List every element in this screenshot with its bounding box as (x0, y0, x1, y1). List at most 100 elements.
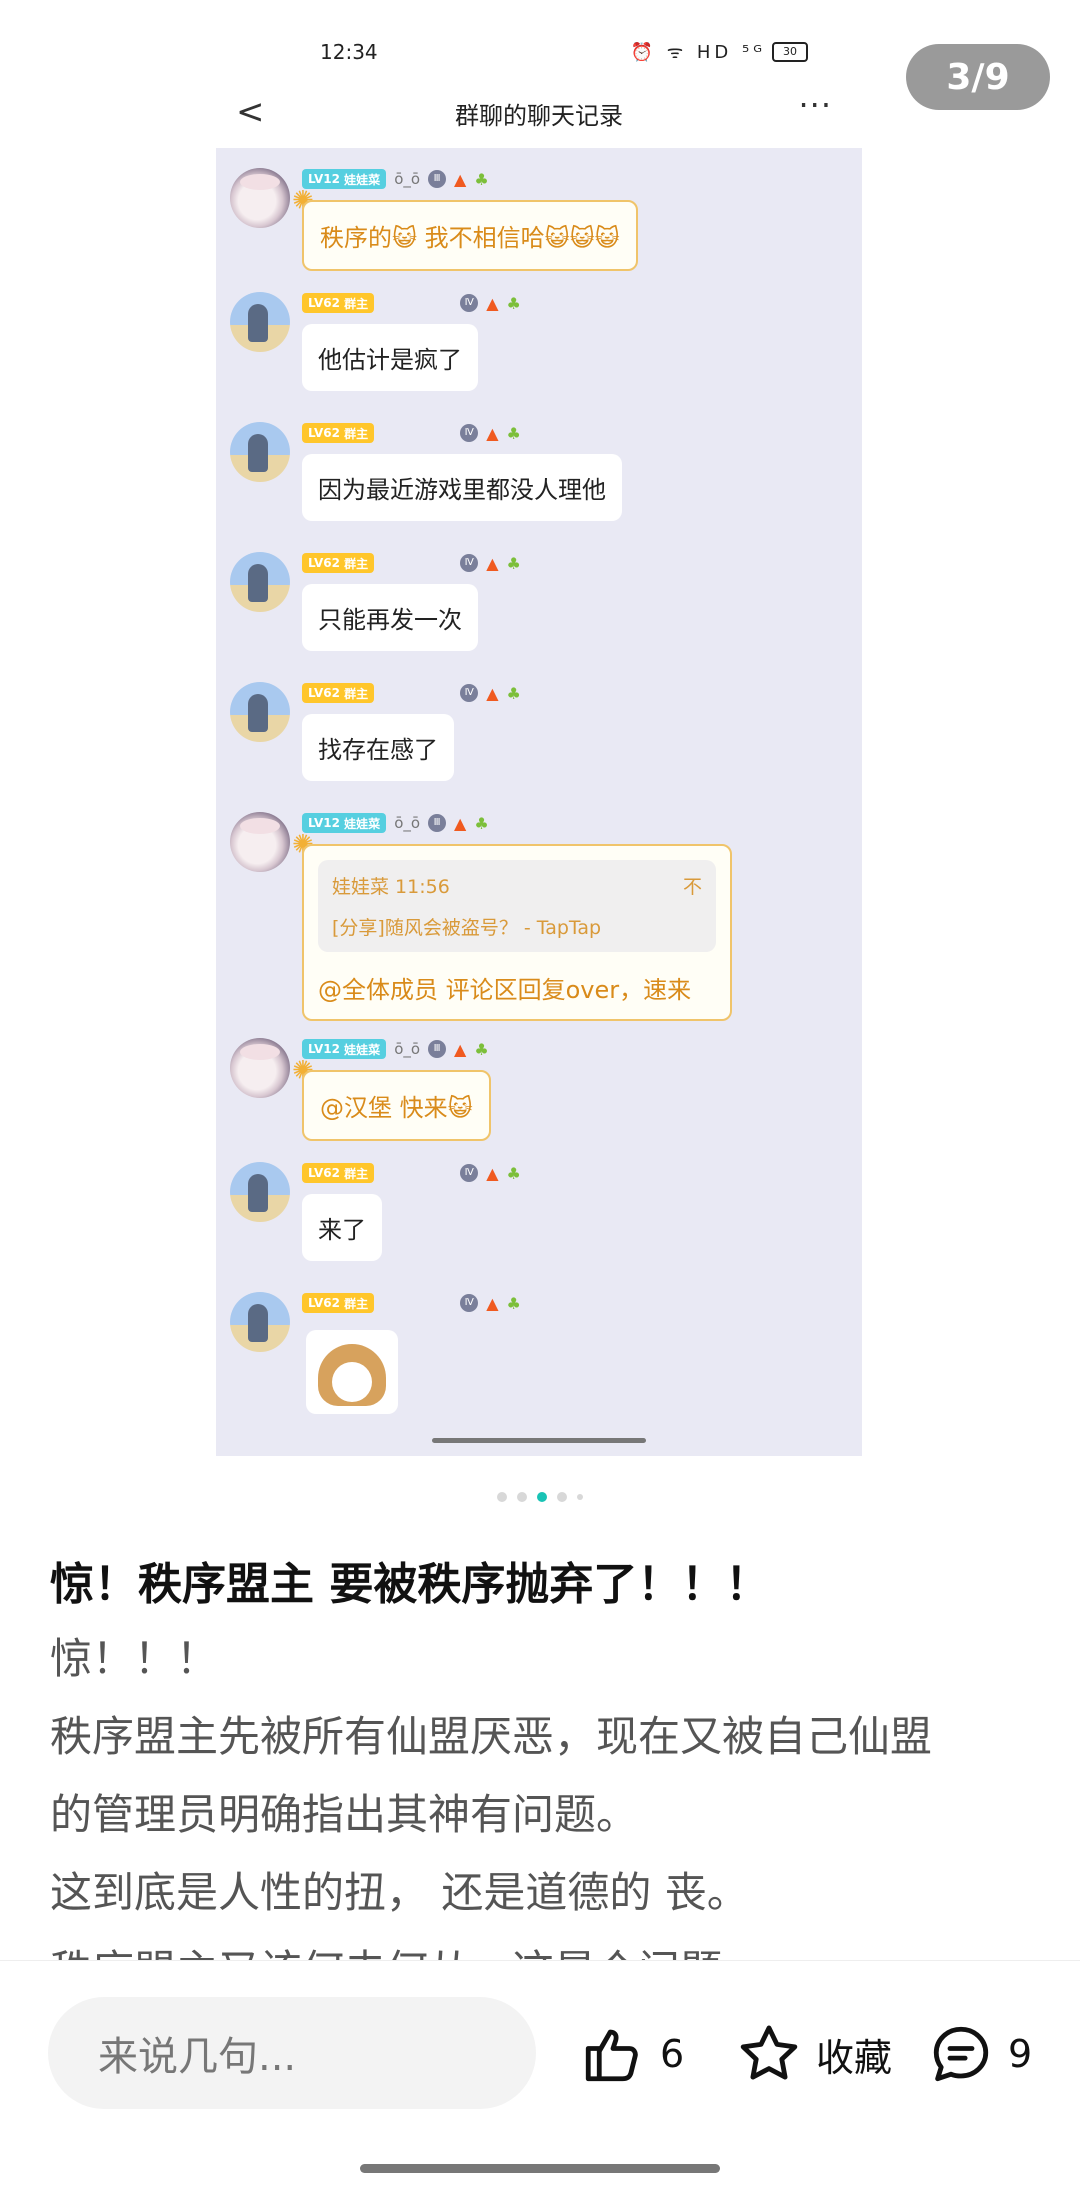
pager-dot (577, 1494, 583, 1500)
sender-meta: LV62 群主 Ⅳ ▲ ♣ (302, 292, 521, 314)
medal-icon: Ⅳ (460, 424, 479, 442)
home-indicator[interactable] (360, 2164, 720, 2173)
sender-meta: LV62 群主 Ⅳ ▲ ♣ (302, 1292, 521, 1314)
quote-text: [分享]随风会被盗号？ - TapTap (332, 917, 602, 939)
medal-icon: Ⅳ (460, 294, 479, 312)
comment-input[interactable]: 来说几句... (48, 1997, 536, 2109)
emote-text: ō_ō (394, 1040, 421, 1058)
medal-icon: Ⅲ (428, 814, 447, 832)
message-bubble: 来了 (302, 1194, 382, 1261)
sprout-icon: ♣ (506, 553, 521, 573)
star-icon (740, 2025, 798, 2080)
message-bubble: 秩序的😺 我不相信哈😺😺😺 (302, 200, 638, 271)
level-badge: LV62 群主 (302, 1163, 375, 1183)
fire-icon: ▲ (454, 813, 467, 833)
message-bubble: 因为最近游戏里都没人理他 (302, 454, 622, 521)
inner-nav-bar: < 群聊的聊天记录 ··· (216, 80, 862, 140)
message-bubble: 找存在感了 (302, 714, 454, 781)
sender-meta: LV62 群主 Ⅳ ▲ ♣ (302, 552, 521, 574)
avatar (230, 422, 290, 482)
message-bubble: @汉堡 快来😺 (302, 1070, 491, 1141)
post-line: 惊！！！ (50, 1634, 219, 1683)
sprout-icon: ♣ (506, 1163, 521, 1183)
comment-count: 9 (1008, 2032, 1033, 2076)
medal-icon: Ⅲ (428, 1040, 447, 1058)
avatar (230, 1162, 290, 1222)
fire-icon: ▲ (486, 293, 499, 313)
level-badge: LV12 娃娃菜 (302, 169, 387, 189)
fire-icon: ▲ (454, 169, 467, 189)
post-body: 惊！！！ 秩序盟主先被所有仙盟厌恶，现在又被自己仙盟 的管理员明确指出其神有问题… (50, 1620, 1030, 2010)
post-title: 惊！秩序盟主 要被秩序抛弃了！！！ (50, 1559, 770, 1610)
level-badge: LV12 娃娃菜 (302, 813, 387, 833)
post-line: 的管理员明确指出其神有问题。 (50, 1790, 639, 1839)
pager-dot-active (537, 1492, 547, 1502)
sender-meta: LV12 娃娃菜 ō_ō Ⅲ ▲ ♣ (302, 1038, 489, 1060)
sprout-icon: ♣ (474, 1039, 489, 1059)
fire-icon: ▲ (486, 1293, 499, 1313)
level-badge: LV12 娃娃菜 (302, 1039, 387, 1059)
chat-history: LV12 娃娃菜 ō_ō Ⅲ ▲ ♣ ✺ 秩序的😺 我不相信哈😺😺😺 LV62 … (216, 148, 862, 1456)
avatar (230, 812, 290, 872)
avatar (230, 292, 290, 352)
inner-status-icons: ⏰ ᯤ HD ⁵ᴳ (630, 42, 766, 63)
sender-meta: LV62 群主 Ⅳ ▲ ♣ (302, 682, 521, 704)
quoted-message[interactable]: 娃娃菜 11:56 不 [分享]随风会被盗号？ - TapTap (318, 860, 716, 952)
message-text: @全体成员 评论区回复over，速来 (318, 976, 692, 1004)
message-bubble: 娃娃菜 11:56 不 [分享]随风会被盗号？ - TapTap @全体成员 评… (302, 844, 732, 1021)
thumbs-up-icon (585, 2029, 638, 2082)
quote-collapse-icon: 不 (682, 876, 702, 898)
bottom-action-bar: 来说几句... 6 收藏 9 (0, 1960, 1080, 2188)
sender-meta: LV62 群主 Ⅳ ▲ ♣ (302, 422, 521, 444)
fire-icon: ▲ (486, 1163, 499, 1183)
favorite-button[interactable]: 收藏 (736, 2011, 892, 2097)
inner-status-time: 12:34 (320, 40, 378, 64)
fire-icon: ▲ (486, 423, 499, 443)
post-image[interactable]: 12:34 ⏰ ᯤ HD ⁵ᴳ 30 < 群聊的聊天记录 ··· LV12 娃娃… (216, 0, 862, 1456)
inner-nav-title: 群聊的聊天记录 (455, 102, 623, 130)
sprout-icon: ♣ (474, 169, 489, 189)
pager-dot (497, 1492, 507, 1502)
level-badge: LV62 群主 (302, 683, 375, 703)
like-button[interactable]: 6 (580, 2011, 684, 2097)
avatar (230, 168, 290, 228)
avatar (230, 552, 290, 612)
medal-icon: Ⅳ (460, 684, 479, 702)
image-counter: 3/9 (906, 44, 1050, 110)
inner-home-indicator (432, 1438, 646, 1443)
level-badge: LV62 群主 (302, 1293, 375, 1313)
like-count: 6 (660, 2032, 685, 2076)
message-bubble: 他估计是疯了 (302, 324, 478, 391)
avatar (230, 1038, 290, 1098)
medal-icon: Ⅳ (460, 1164, 479, 1182)
quote-author: 娃娃菜 11:56 (332, 876, 450, 898)
sprout-icon: ♣ (506, 683, 521, 703)
sprout-icon: ♣ (506, 293, 521, 313)
medal-icon: Ⅲ (428, 170, 447, 188)
sprout-icon: ♣ (506, 423, 521, 443)
emote-text: ō_ō (394, 170, 421, 188)
sprout-icon: ♣ (474, 813, 489, 833)
post-line: 这到底是人性的扭， 还是道德的 丧。 (50, 1868, 749, 1917)
sender-meta: LV12 娃娃菜 ō_ō Ⅲ ▲ ♣ (302, 168, 489, 190)
avatar (230, 1292, 290, 1352)
level-badge: LV62 群主 (302, 293, 375, 313)
post-line: 秩序盟主先被所有仙盟厌恶，现在又被自己仙盟 (50, 1712, 933, 1761)
emote-text: ō_ō (394, 814, 421, 832)
comments-button[interactable]: 9 (928, 2011, 1032, 2097)
level-badge: LV62 群主 (302, 423, 375, 443)
fire-icon: ▲ (486, 553, 499, 573)
message-bubble: 只能再发一次 (302, 584, 478, 651)
medal-icon: Ⅳ (460, 554, 479, 572)
dog-sticker (306, 1330, 398, 1414)
favorite-label: 收藏 (816, 2035, 893, 2080)
inner-battery-icon: 30 (772, 42, 808, 62)
sender-meta: LV12 娃娃菜 ō_ō Ⅲ ▲ ♣ (302, 812, 489, 834)
comment-bubble-icon (933, 2026, 989, 2082)
pager-dot (517, 1492, 527, 1502)
avatar (230, 682, 290, 742)
medal-icon: Ⅳ (460, 1294, 479, 1312)
image-pager (0, 1492, 1080, 1502)
fire-icon: ▲ (486, 683, 499, 703)
sender-meta: LV62 群主 Ⅳ ▲ ♣ (302, 1162, 521, 1184)
